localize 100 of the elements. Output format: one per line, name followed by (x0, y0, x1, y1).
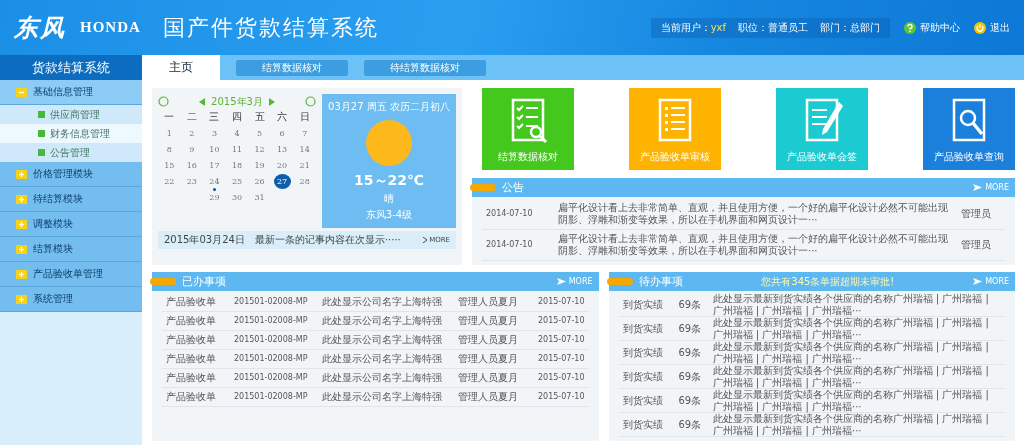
folder-icon (16, 169, 27, 179)
table-cell-text: 201501-02008-MP (234, 296, 309, 308)
wind-text: 东风3-4级 (365, 208, 413, 222)
calendar-day[interactable]: 13 (273, 141, 291, 157)
table-cell-text: 此处显示最新到货实绩各个供应商的名称广州瑞福 | 广州瑞福 | 广州瑞福 | 广州瑞福 | 广州瑞福··· (712, 389, 990, 413)
table-cell-text: 此处显示最新到货实绩各个供应商的名称广州瑞福 | 广州瑞福 | 广州瑞福 | 广州瑞福 | 广州瑞福··· (712, 341, 990, 365)
circle-icon (305, 96, 316, 107)
calendar-day[interactable]: 21 (296, 157, 314, 173)
calendar-day[interactable]: 28 (296, 173, 314, 189)
folder-icon (16, 194, 27, 204)
table-cell-text: 产品验收单 (166, 296, 217, 308)
module-tile[interactable]: 产品验收单查询 (923, 88, 1015, 170)
marker-icon (470, 184, 496, 191)
calendar-day[interactable]: 12 (251, 141, 269, 157)
weekday-label: 六 (277, 110, 288, 124)
calendar-day[interactable]: 14 (296, 141, 314, 157)
calendar-day[interactable]: 23 (183, 173, 201, 189)
sidebar-group[interactable]: 系统管理 (0, 287, 142, 312)
calendar-day[interactable]: 27 (273, 173, 291, 189)
calendar-day[interactable]: 15 (160, 157, 178, 173)
previous-month-icon[interactable] (199, 97, 206, 106)
notice-text[interactable]: 扁平化设计看上去非常简单、直观，并且使用方便，一个好的扁平化设计必然不可能出现阴影、浮雕和渐变等效果，所以在手机界面和网页设计一··· (558, 233, 951, 257)
folder-icon (16, 269, 27, 279)
calendar-day[interactable]: 9 (183, 141, 201, 157)
calendar-day[interactable]: 2 (183, 125, 201, 141)
weather-condition: 晴 (384, 192, 394, 206)
arrow-icon (556, 278, 566, 285)
calendar-day[interactable]: 3 (205, 125, 223, 141)
month-label: 2015年3月 (211, 94, 263, 109)
notice-date: 2014-07-10 (486, 208, 534, 220)
calendar-day[interactable]: 25 (228, 173, 246, 189)
calendar-day[interactable]: 16 (183, 157, 201, 173)
weekday-label: 二 (186, 110, 197, 124)
sidebar-group[interactable]: 基础信息管理 (0, 80, 142, 105)
system-title: 国产件货款结算系统 (162, 13, 379, 42)
calendar-day[interactable]: 4 (228, 125, 246, 141)
folder-icon (16, 87, 27, 97)
chevron-icon (423, 237, 428, 243)
sidebar-group[interactable]: 调整模块 (0, 212, 142, 237)
tab[interactable]: 待结算数据核对 (364, 60, 486, 76)
notice-author: 管理员 (961, 239, 992, 251)
panel-title: 已办事项 (182, 274, 226, 289)
table-cell-text: 此处显示最新到货实绩各个供应商的名称广州瑞福 | 广州瑞福 | 广州瑞福 | 广州瑞福 | 广州瑞福··· (712, 293, 990, 317)
help-icon (904, 21, 916, 34)
calendar-day[interactable]: 17 (205, 157, 223, 173)
table-cell-text: 此处显示公司名字上海特强 (322, 334, 443, 346)
sidebar-group[interactable]: 产品验收单管理 (0, 262, 142, 287)
calendar-day[interactable]: 26 (251, 173, 269, 189)
table-cell-text: 管理人员夏月 (458, 296, 519, 308)
calendar-day[interactable]: 6 (273, 125, 291, 141)
notice-author: 管理员 (961, 208, 992, 220)
calendar-day[interactable]: 11 (228, 141, 246, 157)
calendar-day[interactable]: 22 (160, 173, 178, 189)
calendar-day[interactable]: 18 (228, 157, 246, 173)
calendar-day[interactable]: 31 (251, 189, 269, 205)
arrow-icon (973, 278, 983, 285)
table-cell-text: 此处显示最新到货实绩各个供应商的名称广州瑞福 | 广州瑞福 | 广州瑞福 | 广州瑞福 | 广州瑞福··· (712, 317, 990, 341)
logout-link[interactable]: 退出 (974, 20, 1010, 35)
folder-icon (16, 294, 27, 304)
sidebar-item[interactable]: 财务信息管理 (0, 124, 142, 143)
power-icon (974, 21, 986, 34)
calendar-day[interactable]: 7 (296, 125, 314, 141)
weekday-label: 四 (232, 110, 242, 124)
weekday-label: 五 (254, 110, 265, 124)
table-cell-text: 201501-02008-MP (234, 353, 309, 365)
calendar-day[interactable]: 29 (205, 189, 223, 205)
tab[interactable]: 主页 (142, 55, 220, 80)
next-month-icon[interactable] (268, 97, 275, 106)
calendar-day[interactable]: 30 (228, 189, 246, 205)
table-cell-text: 69条 (678, 347, 703, 359)
notice-text[interactable]: 扁平化设计看上去非常简单、直观，并且使用方便，一个好的扁平化设计必然不可能出现阴影、浮雕和渐变等效果，所以在手机界面和网页设计一··· (558, 202, 951, 226)
sidebar-group[interactable]: 待结算模块 (0, 187, 142, 212)
panel-title: 待办事项 (638, 274, 683, 289)
sidebar-group[interactable]: 结算模块 (0, 237, 142, 262)
table-cell-text: 产品验收单 (166, 334, 217, 346)
sidebar-title: 货款结算系统 (0, 55, 142, 80)
calendar-day[interactable]: 20 (273, 157, 291, 173)
calendar-day[interactable]: 5 (251, 125, 269, 141)
marker-icon (606, 278, 633, 285)
calendar-day[interactable]: 1 (160, 125, 178, 141)
calendar-day[interactable]: 8 (160, 141, 178, 157)
weather-date: 03月27 周五 农历二月初八 (328, 100, 450, 114)
table-cell-text: 管理人员夏月 (458, 315, 519, 327)
sidebar-item[interactable]: 供应商管理 (0, 105, 142, 124)
weekday-label: 一 (164, 110, 175, 124)
help-link[interactable]: 帮助中心 (904, 20, 960, 35)
table-cell-text: 此处显示公司名字上海特强 (322, 353, 443, 365)
folder-icon (16, 244, 27, 254)
square-icon (38, 111, 45, 118)
calendar-day[interactable]: 19 (251, 157, 269, 173)
memo-date: 2015年03月24日 (164, 233, 245, 247)
table-cell: 2015-07-10 (538, 372, 585, 384)
tab[interactable]: 结算数据核对 (236, 60, 348, 76)
table-cell-text: 69条 (678, 299, 703, 311)
sidebar-group[interactable]: 价格管理模块 (0, 162, 142, 187)
sidebar-item[interactable]: 公告管理 (0, 143, 142, 162)
table-cell-text: 此处显示公司名字上海特强 (322, 315, 443, 327)
table-cell-text: 201501-02008-MP (234, 334, 309, 346)
calendar-day[interactable]: 10 (205, 141, 223, 157)
calendar-day[interactable]: 24 (205, 173, 223, 189)
